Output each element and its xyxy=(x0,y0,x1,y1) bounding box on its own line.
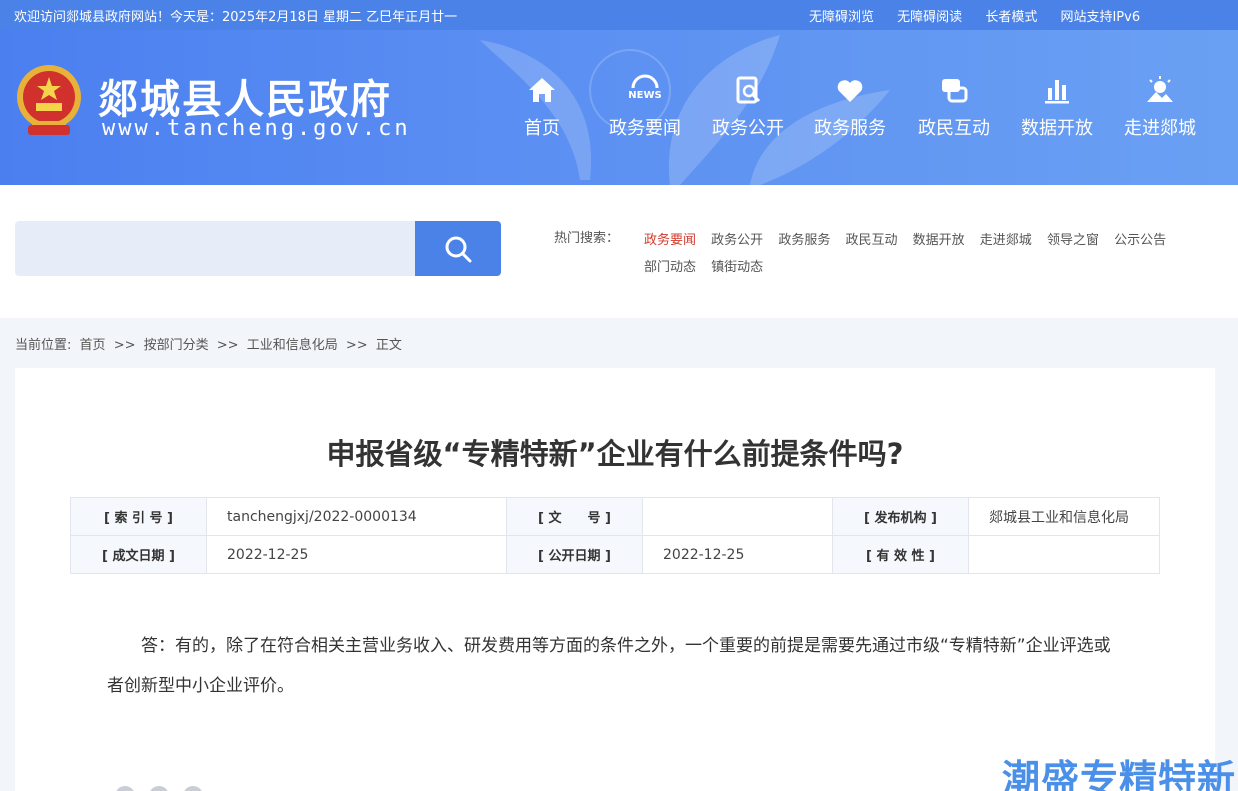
nav-label: 政民互动 xyxy=(918,118,990,139)
site-header: 郯城县人民政府 www.tancheng.gov.cn 首页 NEWS 政务要闻… xyxy=(0,30,1238,185)
heart-hand-icon xyxy=(837,80,863,102)
meta-validity-key: [ 有 效 性 ] xyxy=(832,535,969,574)
watermark-text: 潮盛专精特新 xyxy=(1002,757,1237,791)
nav-news[interactable]: NEWS 政务要闻 xyxy=(595,74,695,144)
search-button[interactable] xyxy=(415,221,501,276)
meta-org-key: [ 发布机构 ] xyxy=(832,497,969,536)
bar-chart-icon xyxy=(1045,80,1069,104)
home-icon xyxy=(529,78,555,102)
meta-created-value: 2022-12-25 xyxy=(206,535,507,574)
document-search-icon xyxy=(736,76,761,104)
search-input[interactable] xyxy=(15,221,415,276)
meta-published-key: [ 公开日期 ] xyxy=(506,535,643,574)
breadcrumb-prefix: 当前位置: xyxy=(15,338,72,353)
national-emblem-icon xyxy=(17,65,81,135)
breadcrumb-category[interactable]: 按部门分类 xyxy=(144,338,209,353)
nav-interaction[interactable]: 政民互动 xyxy=(904,74,1004,144)
hot-search-item[interactable]: 部门动态 xyxy=(644,254,696,281)
share-icon[interactable] xyxy=(149,786,169,791)
welcome-text: 欢迎访问郯城县政府网站！今天是：2025年2月18日 星期二 乙巳年正月廿一 xyxy=(14,10,458,25)
search-band: 热门搜索： 政务要闻 政务公开 政务服务 政民互动 数据开放 走进郯城 领导之窗… xyxy=(0,185,1238,318)
nav-government-affairs[interactable]: 政务公开 xyxy=(698,74,798,144)
accessible-read-link[interactable]: 无障碍阅读 xyxy=(897,10,962,25)
nav-label: 政务公开 xyxy=(712,118,784,139)
news-icon-text: NEWS xyxy=(629,90,661,101)
hot-search-item[interactable]: 领导之窗 xyxy=(1047,227,1099,254)
article-meta-table: [ 索 引 号 ] tanchengjxj/2022-0000134 [ 文 号… xyxy=(70,497,1160,574)
site-url: www.tancheng.gov.cn xyxy=(102,116,411,141)
meta-validity-value xyxy=(968,535,1160,574)
hot-search-item[interactable]: 公示公告 xyxy=(1114,227,1166,254)
nav-about-tancheng[interactable]: 走进郯城 xyxy=(1110,74,1210,144)
hot-search-item[interactable]: 走进郯城 xyxy=(980,227,1032,254)
chat-icon xyxy=(942,79,968,103)
nav-label: 走进郯城 xyxy=(1124,118,1196,139)
hot-search-item[interactable]: 政务公开 xyxy=(711,227,763,254)
hot-search-item[interactable]: 数据开放 xyxy=(913,227,965,254)
nav-label: 首页 xyxy=(524,118,560,139)
hot-search-label: 热门搜索： xyxy=(554,231,620,246)
meta-index-key: [ 索 引 号 ] xyxy=(70,497,207,536)
share-icons xyxy=(115,786,217,791)
hot-search-item[interactable]: 镇街动态 xyxy=(711,254,763,281)
meta-index-value: tanchengjxj/2022-0000134 xyxy=(206,497,507,536)
breadcrumb-separator: >> xyxy=(345,338,368,353)
table-row: [ 成文日期 ] 2022-12-25 [ 公开日期 ] 2022-12-25 … xyxy=(70,535,1160,574)
share-icon[interactable] xyxy=(115,786,135,791)
breadcrumb-department[interactable]: 工业和信息化局 xyxy=(247,338,338,353)
accessible-browse-link[interactable]: 无障碍浏览 xyxy=(809,10,874,25)
meta-org-value: 郯城县工业和信息化局 xyxy=(968,497,1160,536)
breadcrumb-home[interactable]: 首页 xyxy=(80,338,106,353)
article-body: 答：有的，除了在符合相关主营业务收入、研发费用等方面的条件之外，一个重要的前提是… xyxy=(107,636,1111,696)
article-card: 申报省级“专精特新”企业有什么前提条件吗? [ 索 引 号 ] tancheng… xyxy=(15,368,1215,791)
elderly-mode-link[interactable]: 长者模式 xyxy=(985,10,1037,25)
hot-search-item[interactable]: 政务服务 xyxy=(778,227,830,254)
hot-search-list: 政务要闻 政务公开 政务服务 政民互动 数据开放 走进郯城 领导之窗 公示公告 … xyxy=(644,227,1224,281)
meta-published-value: 2022-12-25 xyxy=(642,535,833,574)
share-icon[interactable] xyxy=(183,786,203,791)
meta-doc-number-value xyxy=(642,497,833,536)
nav-open-data[interactable]: 数据开放 xyxy=(1007,74,1107,144)
ipv6-support-link[interactable]: 网站支持IPv6 xyxy=(1060,10,1140,25)
meta-created-key: [ 成文日期 ] xyxy=(70,535,207,574)
nav-services[interactable]: 政务服务 xyxy=(800,74,900,144)
breadcrumb-current: 正文 xyxy=(375,338,402,353)
top-links: 无障碍浏览 无障碍阅读 长者模式 网站支持IPv6 xyxy=(809,6,1159,25)
hot-search-item[interactable]: 政民互动 xyxy=(845,227,897,254)
news-icon: NEWS xyxy=(629,74,661,101)
meta-doc-number-key: [ 文 号 ] xyxy=(506,497,643,536)
nav-label: 政务要闻 xyxy=(609,118,681,139)
nav-label: 政务服务 xyxy=(814,118,886,139)
top-bar: 欢迎访问郯城县政府网站！今天是：2025年2月18日 星期二 乙巳年正月廿一 无… xyxy=(0,0,1238,30)
table-row: [ 索 引 号 ] tanchengjxj/2022-0000134 [ 文 号… xyxy=(70,497,1160,536)
search-icon xyxy=(445,236,472,262)
nav-label: 数据开放 xyxy=(1021,118,1093,139)
sun-mountain-icon xyxy=(1147,76,1173,102)
breadcrumb-separator: >> xyxy=(216,338,239,353)
nav-home[interactable]: 首页 xyxy=(492,74,592,144)
breadcrumb: 当前位置: 首页 >> 按部门分类 >> 工业和信息化局 >> 正文 xyxy=(15,334,406,353)
article-title: 申报省级“专精特新”企业有什么前提条件吗? xyxy=(326,437,904,471)
breadcrumb-separator: >> xyxy=(113,338,136,353)
hot-search-item[interactable]: 政务要闻 xyxy=(644,227,696,254)
